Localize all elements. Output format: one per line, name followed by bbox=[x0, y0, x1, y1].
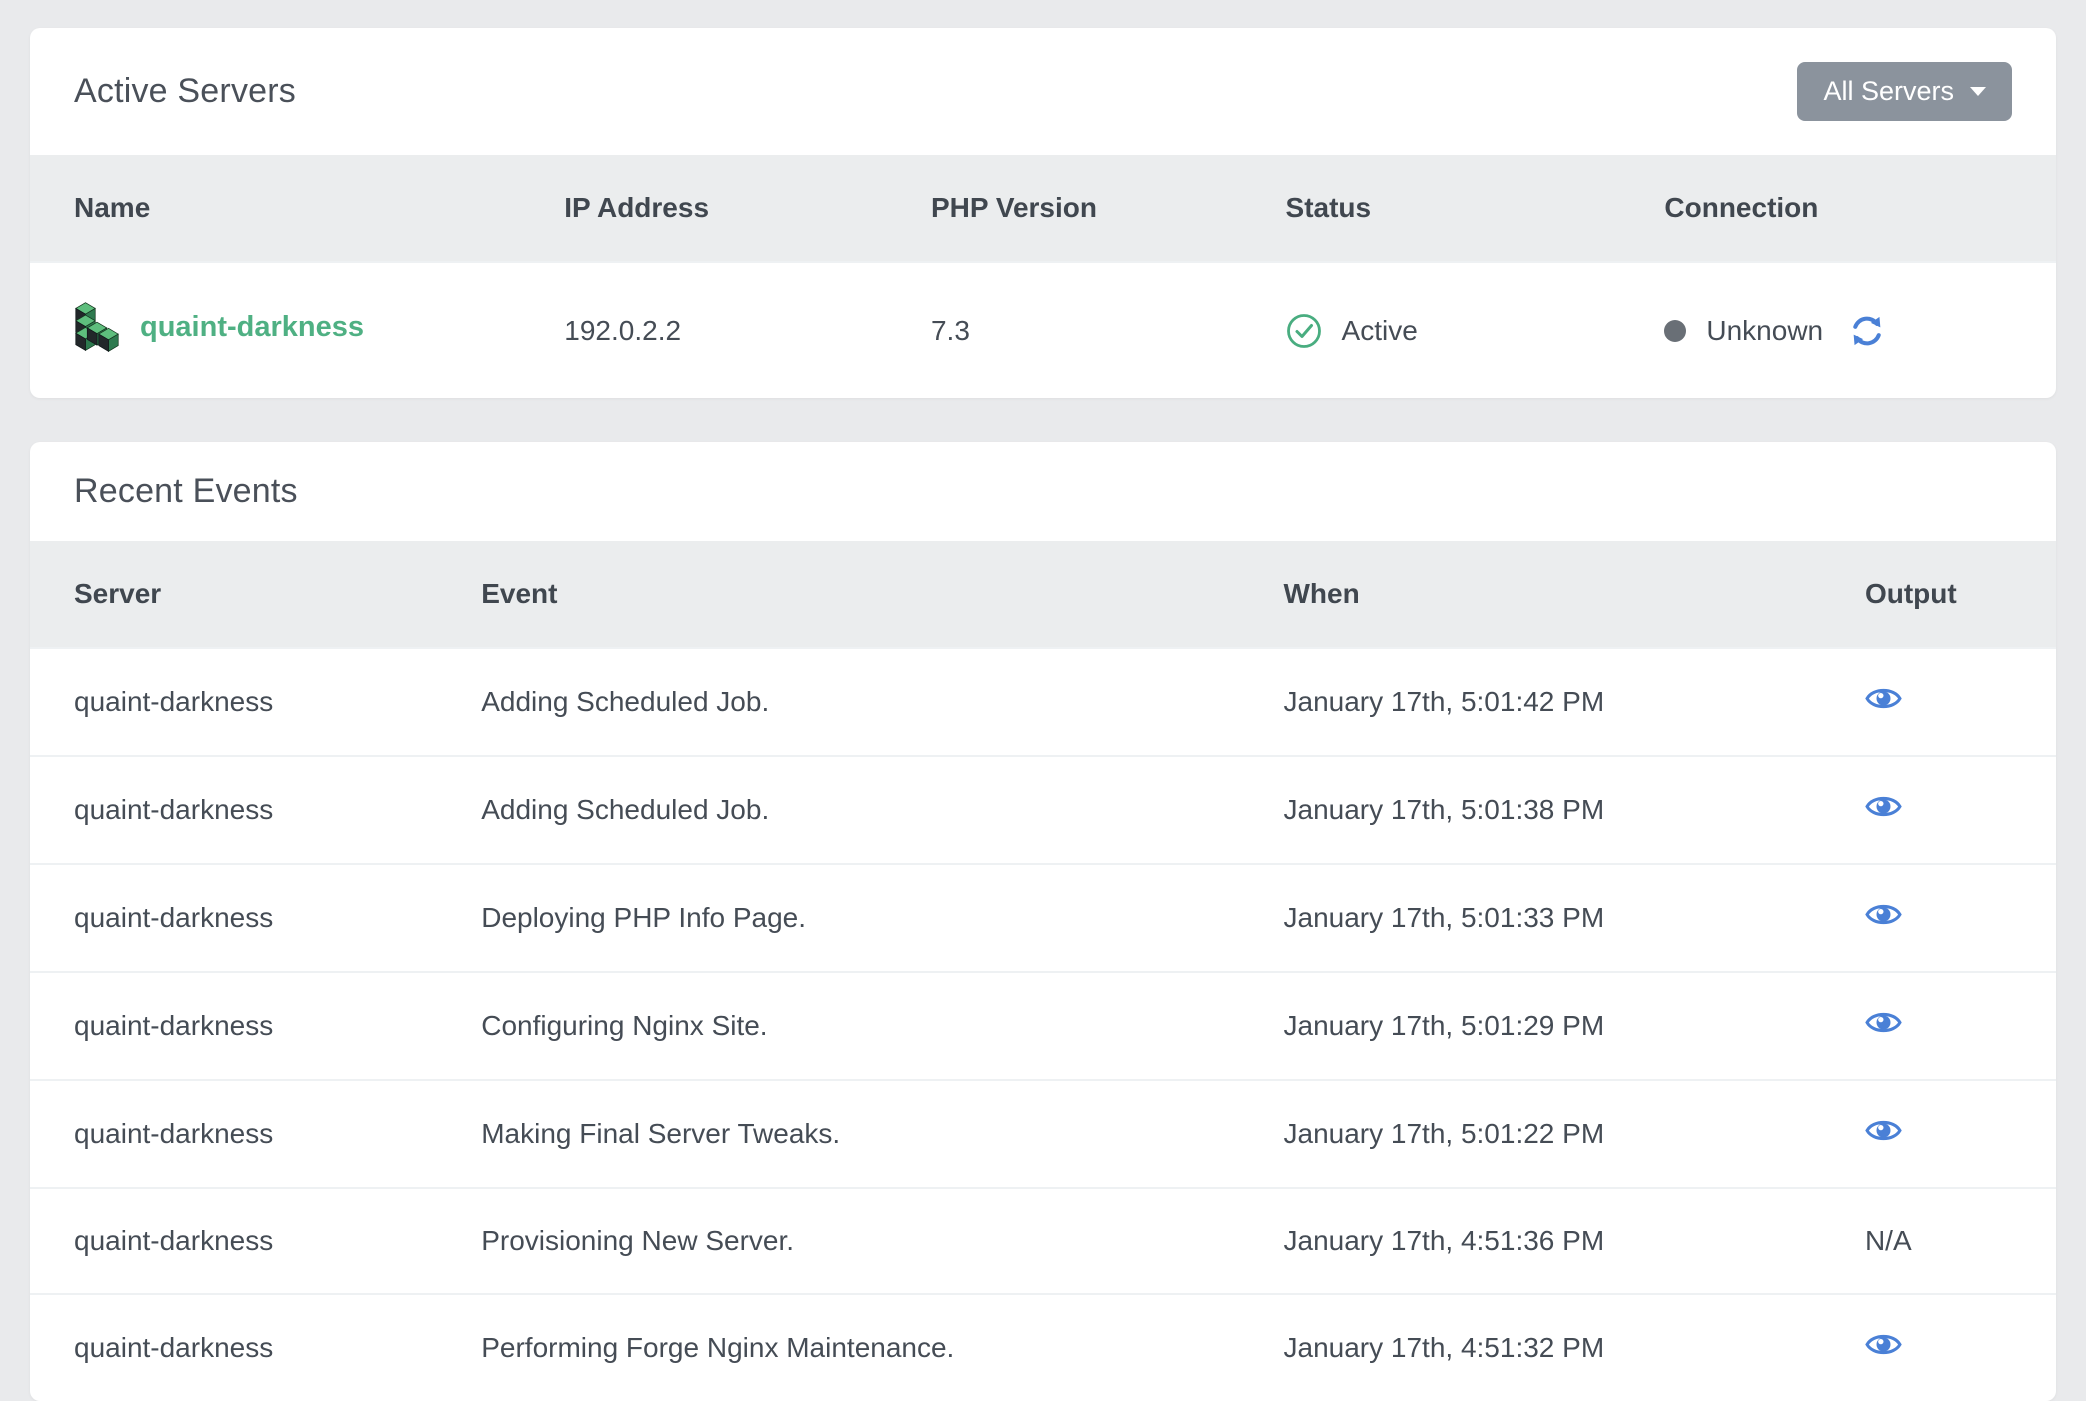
active-servers-title: Active Servers bbox=[74, 72, 296, 111]
event-table-row: quaint-darkness Adding Scheduled Job. Ja… bbox=[30, 756, 2056, 864]
event-description-cell: Making Final Server Tweaks. bbox=[437, 1080, 1239, 1188]
event-output-cell bbox=[1821, 648, 2056, 756]
column-header-ip-address: IP Address bbox=[520, 155, 887, 262]
column-header-connection: Connection bbox=[1620, 155, 2056, 262]
view-output-button[interactable] bbox=[1865, 1331, 1902, 1358]
event-server-cell: quaint-darkness bbox=[30, 756, 437, 864]
output-na-text: N/A bbox=[1865, 1225, 1912, 1256]
event-when-cell: January 17th, 5:01:33 PM bbox=[1240, 864, 1821, 972]
event-description-cell: Provisioning New Server. bbox=[437, 1188, 1239, 1294]
view-output-button[interactable] bbox=[1865, 793, 1902, 820]
recent-events-header-row: Server Event When Output bbox=[30, 541, 2056, 648]
event-when-cell: January 17th, 5:01:29 PM bbox=[1240, 972, 1821, 1080]
view-output-button[interactable] bbox=[1865, 901, 1902, 928]
view-output-button[interactable] bbox=[1865, 685, 1902, 712]
active-servers-header: Active Servers All Servers bbox=[30, 28, 2056, 155]
caret-down-icon bbox=[1970, 87, 1986, 96]
event-description-cell: Adding Scheduled Job. bbox=[437, 756, 1239, 864]
event-when-cell: January 17th, 4:51:32 PM bbox=[1240, 1294, 1821, 1401]
recent-events-header: Recent Events bbox=[30, 442, 2056, 541]
eye-icon bbox=[1865, 793, 1902, 820]
recent-events-card: Recent Events Server Event When Output q… bbox=[30, 442, 2056, 1401]
connection-unknown-dot-icon bbox=[1664, 320, 1686, 342]
server-connection-text: Unknown bbox=[1706, 315, 1823, 347]
event-output-cell bbox=[1821, 1080, 2056, 1188]
view-output-button[interactable] bbox=[1865, 1009, 1902, 1036]
event-output-cell: N/A bbox=[1821, 1188, 2056, 1294]
server-status-cell: Active bbox=[1242, 262, 1621, 398]
view-output-button[interactable] bbox=[1865, 1117, 1902, 1144]
event-when-cell: January 17th, 5:01:38 PM bbox=[1240, 756, 1821, 864]
column-header-status: Status bbox=[1242, 155, 1621, 262]
eye-icon bbox=[1865, 1009, 1902, 1036]
check-circle-icon bbox=[1286, 313, 1322, 349]
event-description-cell: Adding Scheduled Job. bbox=[437, 648, 1239, 756]
event-server-cell: quaint-darkness bbox=[30, 864, 437, 972]
column-header-server: Server bbox=[30, 541, 437, 648]
event-description-cell: Deploying PHP Info Page. bbox=[437, 864, 1239, 972]
forge-dashboard-page: { "active_servers": { "title": "Active S… bbox=[0, 28, 2086, 1354]
column-header-when: When bbox=[1240, 541, 1821, 648]
all-servers-filter-label: All Servers bbox=[1823, 78, 1954, 105]
eye-icon bbox=[1865, 1331, 1902, 1358]
eye-icon bbox=[1865, 901, 1902, 928]
server-connection-cell: Unknown bbox=[1620, 262, 2056, 398]
active-servers-header-row: Name IP Address PHP Version Status Conne… bbox=[30, 155, 2056, 262]
refresh-arrows-icon bbox=[1849, 313, 1885, 349]
event-server-cell: quaint-darkness bbox=[30, 648, 437, 756]
server-table-row: quaint-darkness 192.0.2.2 7.3 Active Unk… bbox=[30, 262, 2056, 398]
event-table-row: quaint-darkness Deploying PHP Info Page.… bbox=[30, 864, 2056, 972]
active-servers-table: Name IP Address PHP Version Status Conne… bbox=[30, 155, 2056, 398]
all-servers-filter-button[interactable]: All Servers bbox=[1797, 62, 2012, 121]
recent-events-title: Recent Events bbox=[74, 472, 298, 511]
recent-events-table: Server Event When Output quaint-darkness… bbox=[30, 541, 2056, 1401]
column-header-name: Name bbox=[30, 155, 520, 262]
connection-refresh-button[interactable] bbox=[1849, 313, 1885, 349]
event-table-row: quaint-darkness Provisioning New Server.… bbox=[30, 1188, 2056, 1294]
event-server-cell: quaint-darkness bbox=[30, 972, 437, 1080]
event-when-cell: January 17th, 5:01:22 PM bbox=[1240, 1080, 1821, 1188]
server-name-cell: quaint-darkness bbox=[30, 262, 520, 398]
server-ip-cell: 192.0.2.2 bbox=[520, 262, 887, 398]
eye-icon bbox=[1865, 685, 1902, 712]
server-status-text: Active bbox=[1342, 315, 1418, 347]
column-header-output: Output bbox=[1821, 541, 2056, 648]
event-table-row: quaint-darkness Configuring Nginx Site. … bbox=[30, 972, 2056, 1080]
server-php-version-cell: 7.3 bbox=[887, 262, 1242, 398]
event-output-cell bbox=[1821, 756, 2056, 864]
column-header-php-version: PHP Version bbox=[887, 155, 1242, 262]
eye-icon bbox=[1865, 1117, 1902, 1144]
event-output-cell bbox=[1821, 1294, 2056, 1401]
event-table-row: quaint-darkness Adding Scheduled Job. Ja… bbox=[30, 648, 2056, 756]
event-when-cell: January 17th, 5:01:42 PM bbox=[1240, 648, 1821, 756]
event-table-row: quaint-darkness Making Final Server Twea… bbox=[30, 1080, 2056, 1188]
event-when-cell: January 17th, 4:51:36 PM bbox=[1240, 1188, 1821, 1294]
event-server-cell: quaint-darkness bbox=[30, 1294, 437, 1401]
event-server-cell: quaint-darkness bbox=[30, 1188, 437, 1294]
server-link[interactable]: quaint-darkness bbox=[74, 301, 364, 353]
event-output-cell bbox=[1821, 864, 2056, 972]
active-servers-card: Active Servers All Servers Name IP Addre… bbox=[30, 28, 2056, 398]
server-name-text: quaint-darkness bbox=[140, 311, 364, 344]
event-table-row: quaint-darkness Performing Forge Nginx M… bbox=[30, 1294, 2056, 1401]
event-server-cell: quaint-darkness bbox=[30, 1080, 437, 1188]
event-output-cell bbox=[1821, 972, 2056, 1080]
column-header-event: Event bbox=[437, 541, 1239, 648]
linode-cubes-icon bbox=[74, 301, 120, 353]
event-description-cell: Performing Forge Nginx Maintenance. bbox=[437, 1294, 1239, 1401]
event-description-cell: Configuring Nginx Site. bbox=[437, 972, 1239, 1080]
